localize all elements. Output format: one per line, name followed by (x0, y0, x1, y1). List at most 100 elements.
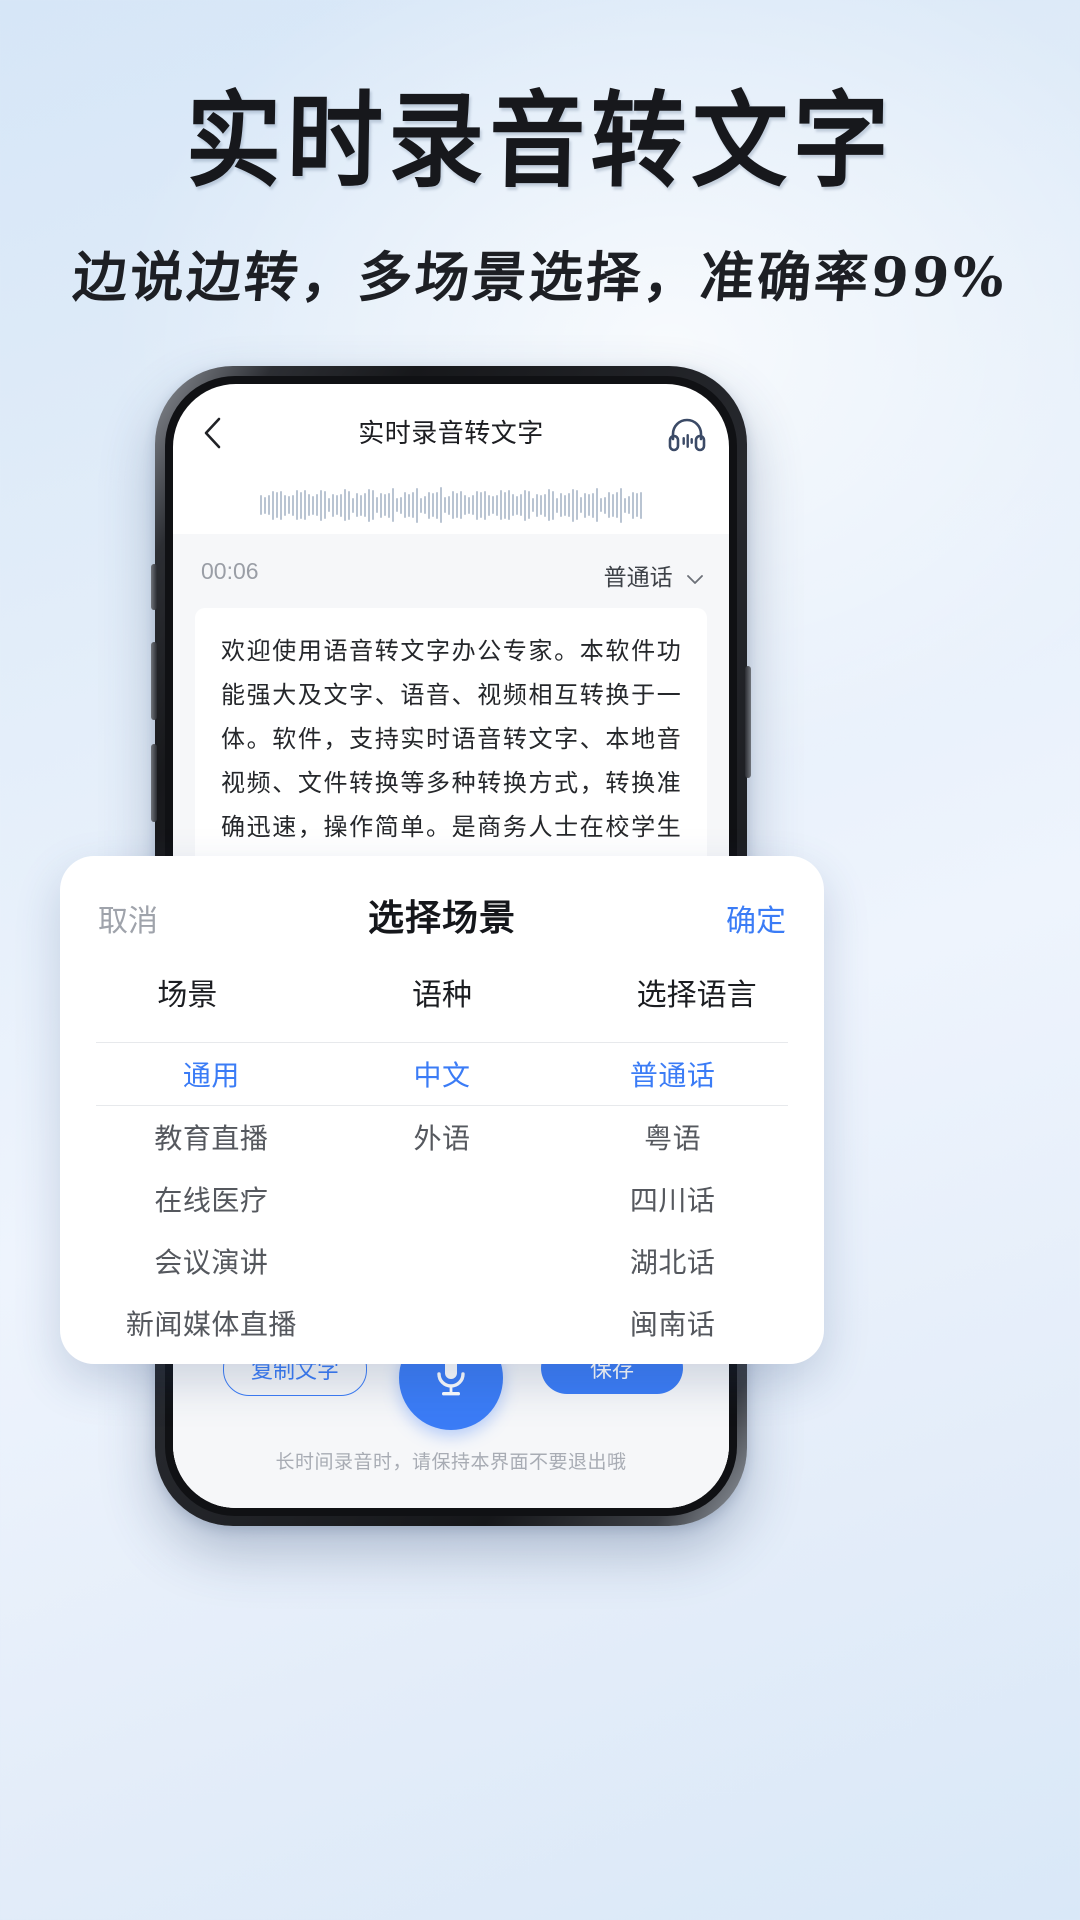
waveform-tick (332, 493, 334, 517)
waveform-tick (344, 489, 346, 521)
waveform-tick (300, 491, 302, 519)
waveform-tick (456, 492, 458, 518)
phone-button-volume-down (151, 744, 157, 822)
waveform-tick (420, 497, 422, 513)
waveform-tick (304, 490, 306, 520)
transcript-meta-row: 00:06 普通话 (173, 556, 729, 592)
waveform-tick (372, 490, 374, 520)
waveform-tick (348, 490, 350, 520)
waveform-tick (616, 492, 618, 518)
waveform-tick (328, 498, 330, 512)
waveform-tick (600, 498, 602, 512)
waveform-tick (576, 490, 578, 520)
waveform-tick (460, 491, 462, 519)
waveform-tick (448, 495, 450, 515)
scene-picker-row[interactable]: 在线医疗 四川话 (96, 1168, 788, 1230)
waveform-tick (620, 487, 622, 523)
waveform-tick (548, 489, 550, 521)
waveform-tick (320, 489, 322, 521)
language-option[interactable]: 湖北话 (557, 1241, 788, 1281)
waveform-tick (276, 492, 278, 518)
waveform-tick (476, 490, 478, 520)
waveform-tick (604, 496, 606, 514)
scene-picker-sheet: 取消 选择场景 确定 场景 语种 选择语言 通用 中文 普通话 教育直播 外语 粤语 在线医… (60, 856, 824, 1364)
waveform-tick (484, 490, 486, 520)
scene-picker-row[interactable]: 新闻媒体直播 闽南话 (96, 1292, 788, 1354)
waveform-tick (512, 494, 514, 516)
waveform-tick (520, 494, 522, 516)
waveform-tick (416, 487, 418, 523)
phone-button-power (745, 666, 751, 778)
waveform-tick (384, 494, 386, 516)
waveform-tick (396, 498, 398, 512)
waveform-tick (492, 496, 494, 514)
waveform-tick (532, 498, 534, 512)
waveform-tick (360, 494, 362, 516)
recording-timer: 00:06 (201, 558, 259, 584)
waveform-tick (632, 491, 634, 519)
app-header: 实时录音转文字 (173, 402, 729, 464)
sheet-title: 选择场景 (367, 897, 516, 938)
language-option[interactable]: 粤语 (557, 1117, 788, 1157)
scene-picker-row[interactable]: 会议演讲 湖北话 (96, 1230, 788, 1292)
waveform-tick (628, 496, 630, 514)
waveform-tick (272, 490, 274, 520)
column-header-langtype: 语种 (412, 979, 472, 1012)
waveform-tick (580, 497, 582, 513)
waveform-tick (436, 491, 438, 519)
column-header-language: 选择语言 (636, 979, 757, 1012)
scene-option[interactable]: 会议演讲 (96, 1241, 327, 1281)
confirm-button[interactable]: 确定 (726, 896, 786, 940)
waveform-tick (264, 496, 266, 514)
language-option[interactable]: 四川话 (557, 1179, 788, 1219)
scene-option[interactable]: 通用 (96, 1054, 327, 1094)
waveform-tick (260, 495, 262, 515)
waveform-tick (568, 493, 570, 517)
chevron-down-icon (687, 564, 703, 591)
scene-option[interactable]: 在线医疗 (96, 1179, 327, 1219)
waveform-tick (552, 490, 554, 520)
waveform-tick (544, 493, 546, 517)
language-type-option[interactable]: 中文 (327, 1054, 558, 1094)
audio-waveform (173, 476, 729, 534)
scene-option[interactable]: 新闻媒体直播 (96, 1303, 327, 1343)
waveform-tick (504, 491, 506, 519)
waveform-tick (284, 494, 286, 516)
waveform-tick (368, 488, 370, 522)
waveform-tick (356, 493, 358, 517)
waveform-tick (592, 492, 594, 518)
waveform-tick (524, 489, 526, 521)
scene-option[interactable]: 教育直播 (96, 1117, 327, 1157)
language-option[interactable]: 普通话 (557, 1054, 788, 1094)
waveform-tick (536, 493, 538, 517)
column-header-scene: 场景 (157, 979, 218, 1012)
language-selector[interactable]: 普通话 (604, 558, 703, 592)
poster-headline: 实时录音转文字 (184, 80, 896, 202)
waveform-tick (400, 496, 402, 514)
waveform-tick (584, 492, 586, 518)
language-type-option[interactable]: 外语 (327, 1117, 558, 1157)
waveform-tick (268, 495, 270, 515)
scene-picker-row[interactable]: 教育直播 外语 粤语 (96, 1106, 788, 1168)
waveform-tick (572, 488, 574, 522)
waveform-tick (316, 494, 318, 516)
waveform-tick (472, 495, 474, 515)
waveform-tick (488, 494, 490, 516)
waveform-tick (624, 497, 626, 513)
waveform-tick (528, 491, 530, 519)
sheet-header: 取消 选择场景 确定 (60, 856, 824, 964)
waveform-tick (280, 490, 282, 520)
waveform-tick (432, 493, 434, 517)
phone-button-volume-up (151, 642, 157, 720)
waveform-tick (588, 494, 590, 516)
waveform-tick (408, 493, 410, 517)
waveform-tick (516, 495, 518, 515)
waveform-tick (612, 493, 614, 517)
language-option[interactable]: 闽南话 (557, 1303, 788, 1343)
headphone-icon[interactable] (667, 414, 707, 452)
waveform-tick (388, 492, 390, 518)
scene-picker-row[interactable]: 通用 中文 普通话 (96, 1042, 788, 1106)
waveform-tick (296, 490, 298, 520)
waveform-tick (428, 491, 430, 519)
waveform-tick (464, 495, 466, 515)
